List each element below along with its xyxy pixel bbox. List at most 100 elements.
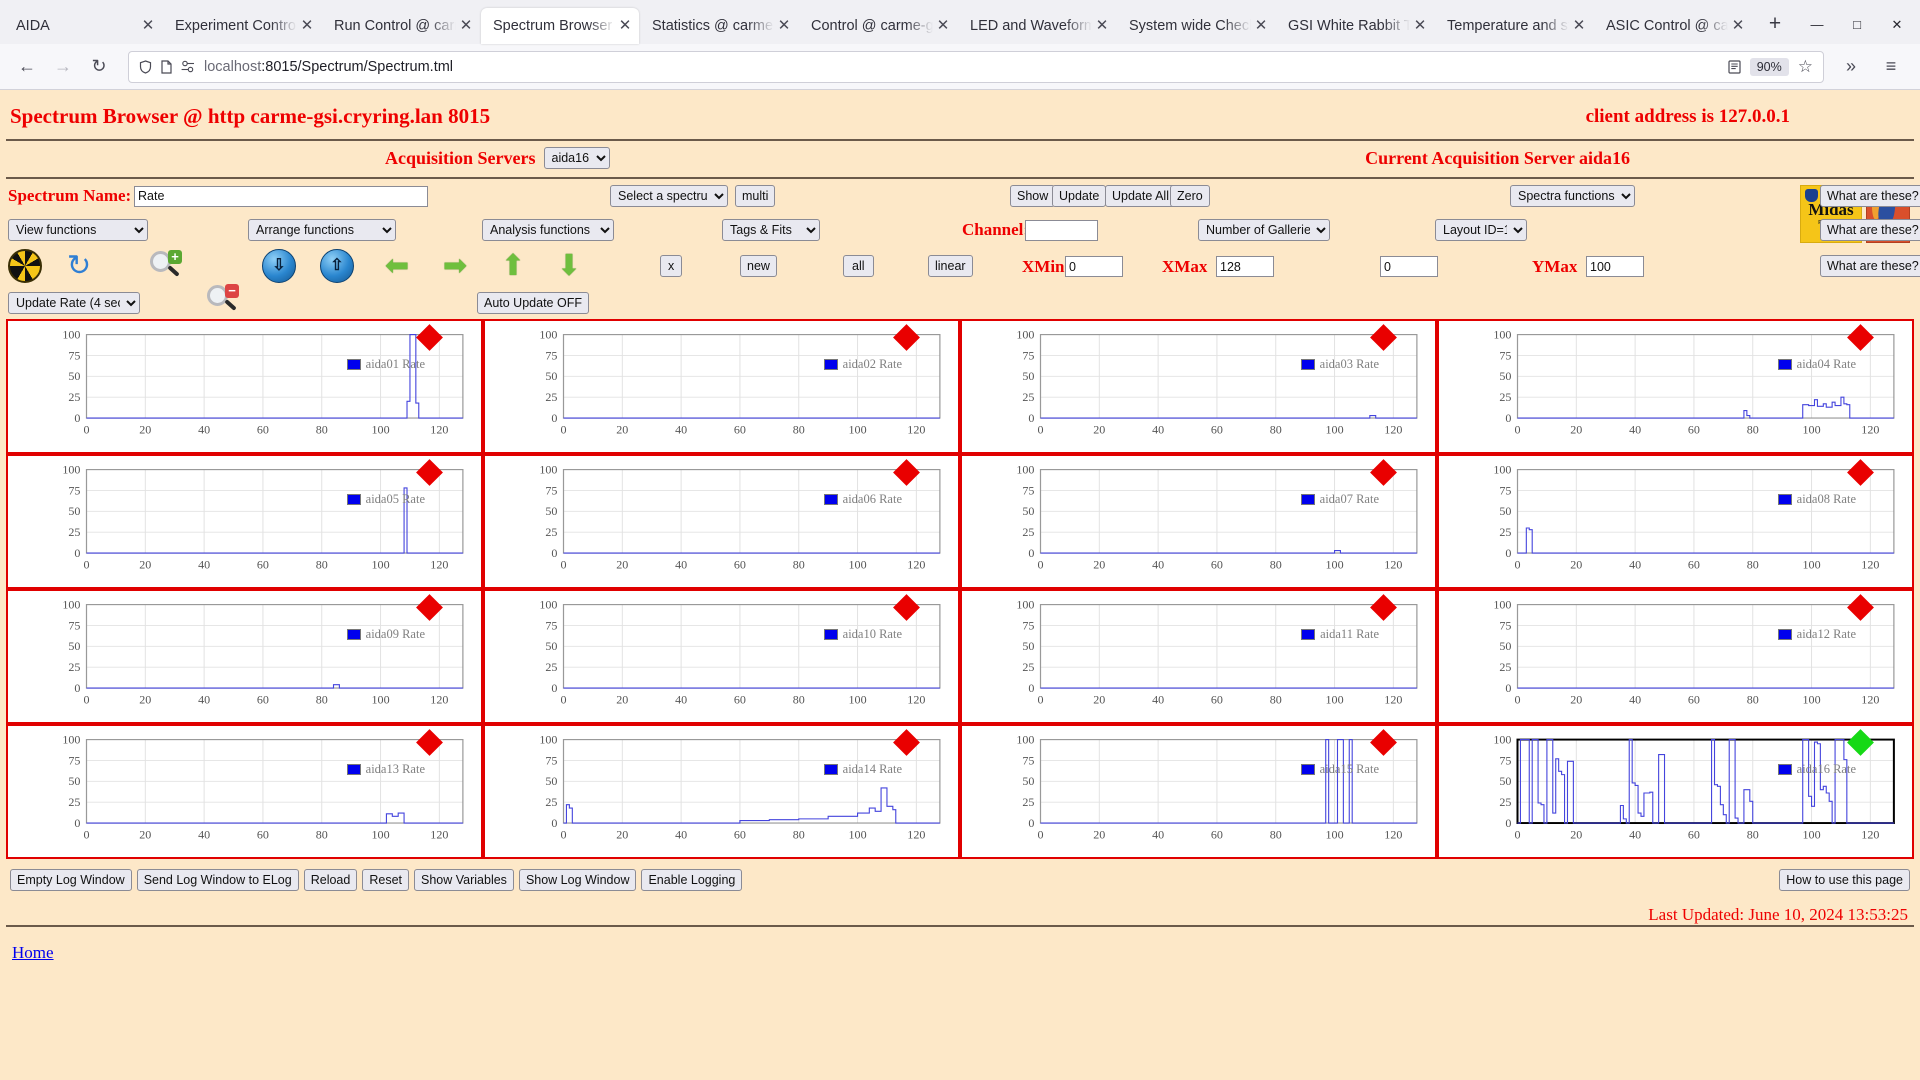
spectrum-plot-cell[interactable]: 0 25 50 75 100 0 20 40 60 80 100 120 aida03 Rate: [960, 319, 1437, 454]
new-tab-button[interactable]: +: [1759, 9, 1791, 41]
spectrum-plot-cell[interactable]: 0 25 50 75 100 0 20 40 60 80 100 120 aida08 Rate: [1437, 454, 1914, 589]
footer-button[interactable]: Enable Logging: [641, 869, 743, 891]
spectrum-plot-cell[interactable]: 0 25 50 75 100 0 20 40 60 80 100 120 aida15 Rate: [960, 724, 1437, 859]
select-spectrum-dropdown[interactable]: Select a spectrum: [610, 185, 728, 207]
browser-tab[interactable]: Spectrum Browser ✕: [481, 8, 639, 44]
forward-button[interactable]: →: [46, 50, 80, 84]
footer-button[interactable]: Show Variables: [414, 869, 514, 891]
refresh-icon[interactable]: ↻: [62, 249, 96, 283]
close-window-button[interactable]: ✕: [1878, 10, 1916, 40]
arrow-down-icon[interactable]: ⬇: [552, 249, 586, 283]
browser-tab[interactable]: System wide Check ✕: [1117, 8, 1275, 44]
zoom-level-badge[interactable]: 90%: [1749, 57, 1789, 76]
tags-fits-dropdown[interactable]: Tags & Fits: [722, 219, 820, 241]
browser-tab[interactable]: Run Control @ carme✕: [322, 8, 480, 44]
tab-close-icon[interactable]: ✕: [1728, 16, 1748, 36]
url-bar[interactable]: localhost:8015/Spectrum/Spectrum.tml 90%…: [128, 50, 1824, 83]
browser-tab[interactable]: LED and Waveform ✕: [958, 8, 1116, 44]
spectra-functions-dropdown[interactable]: Spectra functions: [1510, 185, 1635, 207]
zoom-in-icon[interactable]: +: [148, 249, 182, 283]
footer-button[interactable]: Empty Log Window: [10, 869, 132, 891]
minimize-button[interactable]: —: [1798, 10, 1836, 40]
tab-close-icon[interactable]: ✕: [1251, 16, 1271, 36]
update-button[interactable]: Update: [1052, 185, 1107, 207]
url-text[interactable]: localhost:8015/Spectrum/Spectrum.tml: [204, 59, 1719, 75]
tab-close-icon[interactable]: ✕: [933, 16, 953, 36]
tab-close-icon[interactable]: ✕: [615, 16, 635, 36]
spectrum-name-input[interactable]: [134, 185, 428, 207]
spectrum-plot-cell[interactable]: 0 25 50 75 100 0 20 40 60 80 100 120 aida13 Rate: [6, 724, 483, 859]
spectrum-plot-cell[interactable]: 0 25 50 75 100 0 20 40 60 80 100 120 aida16 Rate: [1437, 724, 1914, 859]
spectrum-plot-cell[interactable]: 0 25 50 75 100 0 20 40 60 80 100 120 aida09 Rate: [6, 589, 483, 724]
all-button[interactable]: all: [843, 255, 874, 277]
show-button[interactable]: Show: [1010, 185, 1056, 207]
multi-button[interactable]: multi: [735, 185, 776, 207]
hamburger-menu-icon[interactable]: ≡: [1874, 50, 1908, 84]
update-all-button[interactable]: Update All: [1105, 185, 1176, 207]
tab-close-icon[interactable]: ✕: [297, 16, 317, 36]
acquisition-server-select[interactable]: aida16: [543, 147, 610, 169]
page-info-icon[interactable]: [161, 59, 172, 74]
collapse-vertical-icon[interactable]: ⇩: [262, 249, 296, 283]
spectrum-plot-cell[interactable]: 0 25 50 75 100 0 20 40 60 80 100 120 aida12 Rate: [1437, 589, 1914, 724]
reload-button[interactable]: ↻: [82, 50, 116, 84]
arrow-right-icon[interactable]: ➡: [438, 249, 472, 283]
what-are-these-button-1[interactable]: What are these?: [1820, 185, 1920, 207]
browser-tab[interactable]: Temperature and st ✕: [1435, 8, 1593, 44]
footer-button[interactable]: Reload: [303, 869, 358, 891]
tab-close-icon[interactable]: ✕: [774, 16, 794, 36]
bookmark-star-icon[interactable]: ☆: [1798, 57, 1813, 77]
tab-close-icon[interactable]: ✕: [456, 16, 476, 36]
channel-input[interactable]: [1025, 219, 1098, 241]
tab-close-icon[interactable]: ✕: [1569, 16, 1589, 36]
spectrum-plot-cell[interactable]: 0 25 50 75 100 0 20 40 60 80 100 120 aida11 Rate: [960, 589, 1437, 724]
number-of-galleries-dropdown[interactable]: Number of Galleries: [1198, 219, 1330, 241]
browser-tab[interactable]: Experiment Control ✕: [163, 8, 321, 44]
arrow-up-icon[interactable]: ⬆: [496, 249, 530, 283]
xmax-input[interactable]: [1216, 256, 1274, 277]
ymax-input[interactable]: [1586, 256, 1644, 277]
zero-button[interactable]: Zero: [1170, 185, 1210, 207]
tab-close-icon[interactable]: ✕: [1092, 16, 1112, 36]
spectrum-plot-cell[interactable]: 0 25 50 75 100 0 20 40 60 80 100 120 aida04 Rate: [1437, 319, 1914, 454]
what-are-these-button-3[interactable]: What are these?: [1820, 255, 1920, 277]
tab-close-icon[interactable]: ✕: [1410, 16, 1430, 36]
arrange-functions-dropdown[interactable]: Arrange functions: [248, 219, 396, 241]
reader-view-icon[interactable]: [1728, 59, 1741, 74]
linear-button[interactable]: linear: [928, 255, 973, 277]
new-button[interactable]: new: [740, 255, 777, 277]
browser-tab[interactable]: Statistics @ carme ✕: [640, 8, 798, 44]
permissions-icon[interactable]: [181, 60, 195, 73]
spectrum-plot-cell[interactable]: 0 25 50 75 100 0 20 40 60 80 100 120 aida10 Rate: [483, 589, 960, 724]
home-link[interactable]: Home: [12, 943, 54, 963]
what-are-these-button-2[interactable]: What are these?: [1820, 219, 1920, 241]
radiation-icon[interactable]: [8, 249, 42, 283]
spectrum-plot-cell[interactable]: 0 25 50 75 100 0 20 40 60 80 100 120 aida14 Rate: [483, 724, 960, 859]
maximize-button[interactable]: □: [1838, 10, 1876, 40]
how-to-use-button[interactable]: How to use this page: [1779, 869, 1910, 891]
arrow-left-icon[interactable]: ⬅: [380, 249, 414, 283]
layout-id-dropdown[interactable]: Layout ID=1: [1435, 219, 1527, 241]
overflow-chevron-icon[interactable]: »: [1834, 50, 1868, 84]
view-functions-dropdown[interactable]: View functions: [8, 219, 148, 241]
footer-button[interactable]: Send Log Window to ELog: [136, 869, 299, 891]
tab-close-icon[interactable]: ✕: [138, 16, 158, 36]
spectrum-plot-cell[interactable]: 0 25 50 75 100 0 20 40 60 80 100 120 aida02 Rate: [483, 319, 960, 454]
update-rate-dropdown[interactable]: Update Rate (4 secs): [8, 292, 140, 314]
browser-tab[interactable]: ASIC Control @ car ✕: [1594, 8, 1752, 44]
xmin-input[interactable]: [1065, 256, 1123, 277]
spectrum-plot-cell[interactable]: 0 25 50 75 100 0 20 40 60 80 100 120 aida05 Rate: [6, 454, 483, 589]
spectrum-plot-cell[interactable]: 0 25 50 75 100 0 20 40 60 80 100 120 aida01 Rate: [6, 319, 483, 454]
back-button[interactable]: ←: [10, 50, 44, 84]
ymin-input[interactable]: [1380, 256, 1438, 277]
footer-button[interactable]: Show Log Window: [518, 869, 637, 891]
footer-button[interactable]: Reset: [362, 869, 409, 891]
expand-vertical-icon[interactable]: ⇧: [320, 249, 354, 283]
x-button[interactable]: x: [660, 255, 683, 277]
browser-tab[interactable]: AIDA ✕: [4, 8, 162, 44]
spectrum-plot-cell[interactable]: 0 25 50 75 100 0 20 40 60 80 100 120 aida06 Rate: [483, 454, 960, 589]
auto-update-toggle[interactable]: Auto Update OFF: [477, 292, 589, 314]
browser-tab[interactable]: GSI White Rabbit Ti ✕: [1276, 8, 1434, 44]
browser-tab[interactable]: Control @ carme-g ✕: [799, 8, 957, 44]
analysis-functions-dropdown[interactable]: Analysis functions: [482, 219, 614, 241]
